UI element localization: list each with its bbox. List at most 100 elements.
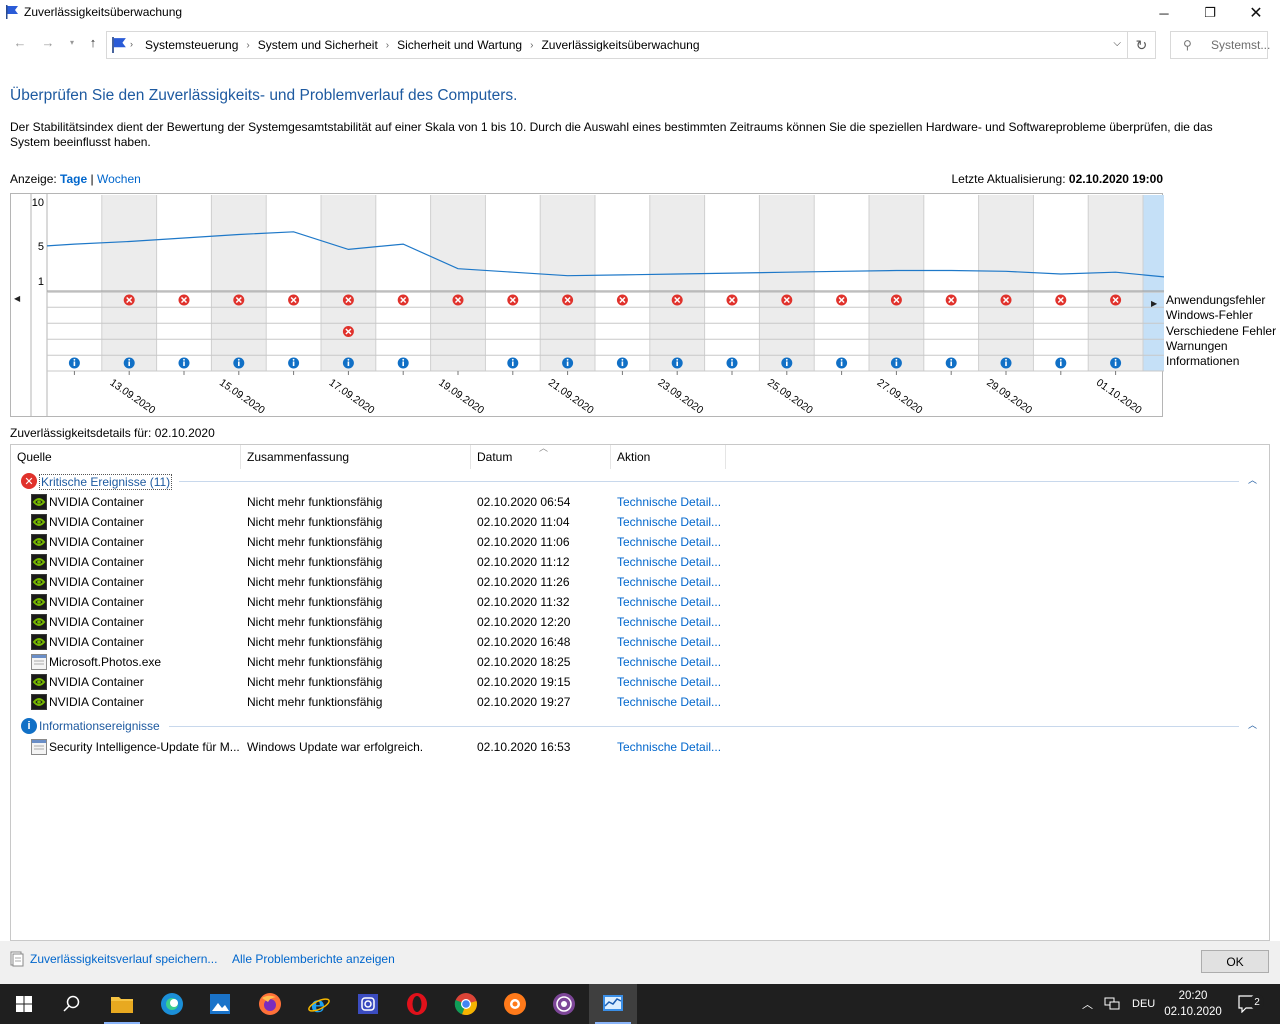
info-icon-stem bbox=[128, 361, 130, 366]
table-row[interactable]: NVIDIA Container Nicht mehr funktionsfähi… bbox=[11, 592, 1251, 612]
technical-details-link[interactable]: Technische Detail... bbox=[617, 695, 721, 709]
footer-bar: Zuverlässigkeitsverlauf speichern... All… bbox=[0, 941, 1280, 984]
info-icon-dot bbox=[840, 358, 843, 361]
chevron-down-icon[interactable]: ⌵ bbox=[1113, 38, 1121, 49]
network-icon[interactable] bbox=[1104, 984, 1120, 1024]
refresh-button[interactable]: ↻ bbox=[1128, 31, 1156, 59]
nvidia-icon bbox=[31, 674, 47, 690]
reliability-monitor-icon[interactable] bbox=[589, 984, 637, 1024]
maximize-button[interactable]: ❐ bbox=[1187, 0, 1233, 26]
ok-button[interactable]: OK bbox=[1201, 950, 1269, 973]
chevron-up-icon[interactable]: ︿ bbox=[1248, 473, 1257, 486]
technical-details-link[interactable]: Technische Detail... bbox=[617, 495, 721, 509]
day-column bbox=[814, 195, 869, 371]
language-indicator[interactable]: DEU bbox=[1132, 984, 1155, 1024]
scroll-right-icon[interactable]: ▶ bbox=[1151, 299, 1157, 308]
tray-chevron-icon[interactable]: ︿ bbox=[1082, 984, 1093, 1024]
photos-icon[interactable] bbox=[196, 984, 244, 1024]
up-button[interactable]: ↑ bbox=[83, 33, 103, 51]
column-header-zusammenfassung[interactable]: Zusammenfassung bbox=[241, 445, 471, 469]
info-icon-stem bbox=[731, 361, 733, 366]
address-bar[interactable]: › Systemsteuerung › System und Sicherhei… bbox=[106, 31, 1128, 59]
technical-details-link[interactable]: Technische Detail... bbox=[617, 635, 721, 649]
start-icon[interactable] bbox=[0, 984, 48, 1024]
forward-button[interactable]: → bbox=[38, 33, 58, 51]
table-row[interactable]: Microsoft.Photos.exe Nicht mehr funktions… bbox=[11, 652, 1251, 672]
minimize-button[interactable]: ─ bbox=[1141, 0, 1187, 26]
table-row[interactable]: NVIDIA Container Nicht mehr funktionsfähi… bbox=[11, 612, 1251, 632]
info-icon-dot bbox=[1059, 358, 1062, 361]
view-days-link[interactable]: Tage bbox=[60, 172, 87, 186]
back-button[interactable]: ← bbox=[10, 33, 30, 51]
event-date: 02.10.2020 11:12 bbox=[477, 555, 570, 569]
day-column bbox=[266, 195, 321, 371]
event-source: NVIDIA Container bbox=[49, 615, 144, 629]
table-row[interactable]: NVIDIA Container Nicht mehr funktionsfähi… bbox=[11, 532, 1251, 552]
column-header-aktion[interactable]: Aktion bbox=[611, 445, 726, 469]
technical-details-link[interactable]: Technische Detail... bbox=[617, 575, 721, 589]
table-row[interactable]: Security Intelligence-Update für M... Win… bbox=[11, 737, 1251, 757]
event-date: 02.10.2020 18:25 bbox=[477, 655, 571, 669]
group-label[interactable]: Informationsereignisse bbox=[39, 719, 160, 733]
technical-details-link[interactable]: Technische Detail... bbox=[617, 655, 721, 669]
opera-icon[interactable] bbox=[393, 984, 441, 1024]
flag-icon bbox=[112, 37, 126, 53]
info-icon-dot bbox=[73, 358, 76, 361]
event-summary: Nicht mehr funktionsfähig bbox=[247, 595, 383, 609]
notification-count: 2 bbox=[1250, 994, 1264, 1010]
info-icon-stem bbox=[895, 361, 898, 366]
event-source: NVIDIA Container bbox=[49, 555, 144, 569]
view-weeks-link[interactable]: Wochen bbox=[97, 172, 141, 186]
table-row[interactable]: NVIDIA Container Nicht mehr funktionsfähi… bbox=[11, 672, 1251, 692]
recent-locations-button[interactable]: ▾ bbox=[62, 33, 82, 51]
search-input[interactable]: ⚲ Systemst... bbox=[1170, 31, 1270, 59]
group-information-events[interactable]: i Informationsereignisse ︿ bbox=[19, 716, 1259, 736]
app-orange-icon[interactable] bbox=[491, 984, 539, 1024]
column-header-quelle[interactable]: Quelle bbox=[11, 445, 241, 469]
error-icon: ✕ bbox=[21, 473, 37, 489]
file-explorer-icon[interactable] bbox=[98, 984, 146, 1024]
chrome-icon[interactable] bbox=[442, 984, 490, 1024]
day-column bbox=[375, 195, 431, 371]
table-row[interactable]: NVIDIA Container Nicht mehr funktionsfähi… bbox=[11, 632, 1251, 652]
info-icon-dot bbox=[347, 358, 350, 361]
event-date: 02.10.2020 11:06 bbox=[477, 535, 570, 549]
firefox-icon[interactable] bbox=[246, 984, 294, 1024]
edge-icon[interactable] bbox=[148, 984, 196, 1024]
info-icon-stem bbox=[512, 361, 514, 366]
technical-details-link[interactable]: Technische Detail... bbox=[617, 615, 721, 629]
event-source: Security Intelligence-Update für M... bbox=[49, 740, 240, 754]
search-icon[interactable] bbox=[48, 984, 96, 1024]
save-history-link[interactable]: Zuverlässigkeitsverlauf speichern... bbox=[30, 952, 217, 966]
breadcrumb-zuverlaessigkeit[interactable]: Zuverlässigkeitsüberwachung bbox=[541, 38, 699, 52]
table-row[interactable]: NVIDIA Container Nicht mehr funktionsfähi… bbox=[11, 552, 1251, 572]
clock[interactable]: 20:20 02.10.2020 bbox=[1160, 988, 1226, 1020]
breadcrumb-systemsteuerung[interactable]: Systemsteuerung bbox=[145, 38, 238, 52]
technical-details-link[interactable]: Technische Detail... bbox=[617, 535, 721, 549]
breadcrumb-sicherheit-und-wartung[interactable]: Sicherheit und Wartung bbox=[397, 38, 522, 52]
all-reports-link[interactable]: Alle Problemberichte anzeigen bbox=[232, 952, 395, 966]
breadcrumb-system-und-sicherheit[interactable]: System und Sicherheit bbox=[258, 38, 378, 52]
table-row[interactable]: NVIDIA Container Nicht mehr funktionsfähi… bbox=[11, 692, 1251, 712]
info-icon-dot bbox=[1114, 358, 1117, 361]
day-column bbox=[156, 195, 212, 371]
day-column bbox=[101, 195, 157, 371]
chevron-up-icon[interactable]: ︿ bbox=[1248, 718, 1257, 731]
technical-details-link[interactable]: Technische Detail... bbox=[617, 595, 721, 609]
group-critical-events[interactable]: ✕ Kritische Ereignisse (11) ︿ bbox=[19, 471, 1259, 491]
scroll-left-icon[interactable]: ◀ bbox=[14, 294, 20, 303]
ie-icon[interactable]: e bbox=[295, 984, 343, 1024]
table-row[interactable]: NVIDIA Container Nicht mehr funktionsfähi… bbox=[11, 512, 1251, 532]
stability-chart[interactable]: 10 5 1 13.09.2020 15.09.2020 17.09.2020 19.09.… bbox=[10, 193, 1164, 417]
close-button[interactable]: ✕ bbox=[1233, 0, 1279, 26]
technical-details-link[interactable]: Technische Detail... bbox=[617, 740, 721, 754]
technical-details-link[interactable]: Technische Detail... bbox=[617, 515, 721, 529]
table-row[interactable]: NVIDIA Container Nicht mehr funktionsfähi… bbox=[11, 492, 1251, 512]
technical-details-link[interactable]: Technische Detail... bbox=[617, 675, 721, 689]
technical-details-link[interactable]: Technische Detail... bbox=[617, 555, 721, 569]
tor-icon[interactable] bbox=[540, 984, 588, 1024]
event-summary: Nicht mehr funktionsfähig bbox=[247, 515, 383, 529]
instagram-icon[interactable] bbox=[344, 984, 392, 1024]
group-label[interactable]: Kritische Ereignisse (11) bbox=[39, 474, 173, 490]
table-row[interactable]: NVIDIA Container Nicht mehr funktionsfähi… bbox=[11, 572, 1251, 592]
